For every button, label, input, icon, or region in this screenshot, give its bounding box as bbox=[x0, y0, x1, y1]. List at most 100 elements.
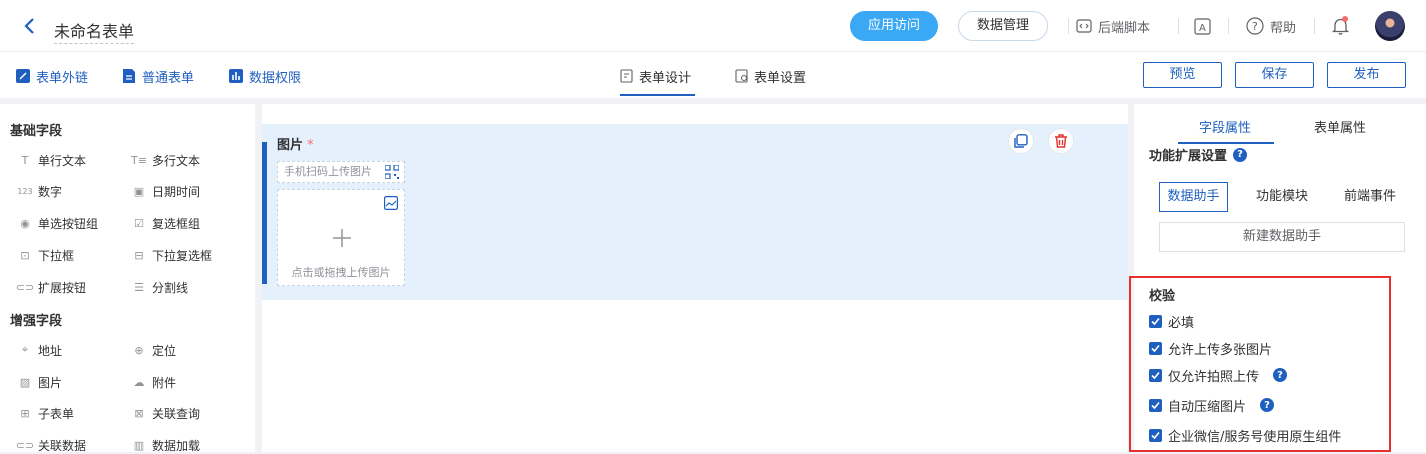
dropdown-icon: ⊡ bbox=[20, 248, 30, 262]
enhanced-fields-title: 增强字段 bbox=[10, 314, 63, 329]
delete-button[interactable] bbox=[1048, 128, 1074, 154]
tab-form-settings-label: 表单设置 bbox=[754, 70, 807, 86]
edit-doc-icon bbox=[620, 69, 633, 83]
field-related-data[interactable]: ⊂⊃ 关联数据 bbox=[15, 436, 86, 454]
field-radio-group[interactable]: ◉ 单选按钮组 bbox=[18, 214, 98, 232]
checkbox-checked-icon[interactable] bbox=[1149, 428, 1162, 442]
data-permission-button[interactable]: 数据权限 bbox=[229, 66, 301, 86]
dropdown-multi-icon: ⊟ bbox=[134, 248, 144, 262]
divider bbox=[1178, 18, 1179, 34]
divider-icon: ☰ bbox=[134, 280, 144, 294]
bar-chart-icon: ▥ bbox=[133, 438, 145, 452]
extension-settings-label: 功能扩展设置 bbox=[1149, 149, 1228, 164]
radio-icon: ◉ bbox=[20, 216, 30, 230]
help-icon[interactable]: ? bbox=[1260, 398, 1275, 412]
link-data-icon: ⊂⊃ bbox=[15, 438, 35, 452]
scan-upload-label: 手机扫码上传图片 bbox=[284, 165, 372, 178]
field-checkbox-group[interactable]: ☑ 复选框组 bbox=[132, 214, 200, 232]
tab-form-properties[interactable]: 表单属性 bbox=[1314, 117, 1366, 136]
app-visit-button[interactable]: 应用访问 bbox=[850, 11, 938, 41]
field-attachment[interactable]: ☁ 附件 bbox=[132, 373, 177, 391]
field-single-line-text[interactable]: T 单行文本 bbox=[18, 151, 86, 169]
help-icon[interactable]: ? bbox=[1233, 147, 1248, 162]
image-upload-area[interactable]: 点击或拖拽上传图片 bbox=[277, 189, 405, 286]
checkbox-checked-icon[interactable] bbox=[1149, 398, 1162, 412]
field-data-load[interactable]: ▥ 数据加载 bbox=[132, 436, 200, 454]
tab-form-design[interactable]: 表单设计 bbox=[620, 66, 691, 86]
backend-script-button[interactable]: 后端脚本 bbox=[1076, 16, 1150, 36]
top-header: 未命名表单 应用访问 数据管理 后端脚本 A ? 帮助 bbox=[0, 0, 1426, 52]
check-camera-only[interactable]: 仅允许拍照上传 ? bbox=[1149, 366, 1288, 385]
notification-dot bbox=[1342, 16, 1348, 22]
field-label: 下拉框 bbox=[38, 248, 75, 263]
field-datetime[interactable]: ▣ 日期时间 bbox=[132, 182, 200, 200]
field-label: 数字 bbox=[38, 184, 63, 199]
basic-fields-title: 基础字段 bbox=[10, 124, 63, 139]
trash-icon bbox=[1055, 134, 1067, 148]
svg-text:?: ? bbox=[1252, 20, 1258, 33]
field-dropdown-multi[interactable]: ⊟ 下拉复选框 bbox=[132, 246, 212, 264]
scan-upload-input[interactable]: 手机扫码上传图片 bbox=[277, 161, 405, 183]
back-arrow-icon[interactable] bbox=[20, 16, 40, 36]
check-multiple-images[interactable]: 允许上传多张图片 bbox=[1149, 339, 1273, 358]
backend-script-label: 后端脚本 bbox=[1098, 20, 1151, 36]
data-helper-option[interactable]: 数据助手 bbox=[1159, 182, 1228, 212]
translate-icon[interactable]: A bbox=[1194, 18, 1211, 35]
field-extend-button[interactable]: ⊂⊃ 扩展按钮 bbox=[16, 278, 87, 296]
preview-button[interactable]: 预览 bbox=[1143, 62, 1222, 88]
checkbox-checked-icon[interactable] bbox=[1149, 368, 1162, 382]
field-label: 日期时间 bbox=[152, 184, 201, 199]
divider bbox=[1228, 18, 1229, 34]
check-native-component[interactable]: 企业微信/服务号使用原生组件 bbox=[1149, 426, 1341, 445]
field-dropdown[interactable]: ⊡ 下拉框 bbox=[18, 246, 74, 264]
field-label: 扩展按钮 bbox=[38, 280, 87, 295]
checkbox-checked-icon[interactable] bbox=[1149, 314, 1162, 328]
form-title[interactable]: 未命名表单 bbox=[54, 18, 135, 44]
field-label: 单行文本 bbox=[38, 153, 87, 168]
field-divider[interactable]: ☰ 分割线 bbox=[132, 278, 188, 296]
new-data-helper-button[interactable]: 新建数据助手 bbox=[1159, 222, 1405, 252]
divider bbox=[1068, 18, 1069, 34]
field-location[interactable]: ⊕ 定位 bbox=[132, 341, 176, 359]
form-link-label: 表单外链 bbox=[36, 70, 89, 86]
tab-field-properties[interactable]: 字段属性 bbox=[1199, 117, 1251, 136]
form-link-button[interactable]: 表单外链 bbox=[16, 66, 88, 86]
avatar[interactable] bbox=[1375, 11, 1405, 41]
upload-hint: 点击或拖拽上传图片 bbox=[291, 266, 391, 279]
data-manage-button[interactable]: 数据管理 bbox=[958, 11, 1048, 41]
tab-form-design-label: 表单设计 bbox=[639, 70, 692, 86]
image-field-label: 图片 * bbox=[277, 138, 314, 153]
image-icon bbox=[384, 196, 398, 210]
normal-form-button[interactable]: 普通表单 bbox=[122, 66, 194, 86]
validation-title: 校验 bbox=[1149, 289, 1176, 304]
field-address[interactable]: ⌖ 地址 bbox=[18, 341, 62, 359]
check-label: 自动压缩图片 bbox=[1168, 399, 1247, 415]
check-label: 允许上传多张图片 bbox=[1168, 342, 1273, 358]
selected-indicator bbox=[262, 142, 267, 284]
field-subform[interactable]: ⊞ 子表单 bbox=[18, 404, 74, 422]
active-tab-indicator bbox=[1178, 142, 1274, 144]
text-icon: T bbox=[21, 153, 29, 167]
field-related-query[interactable]: ⊠ 关联查询 bbox=[132, 404, 200, 422]
svg-text:A: A bbox=[1199, 23, 1206, 34]
function-module-option[interactable]: 功能模块 bbox=[1248, 182, 1316, 212]
check-compress-image[interactable]: 自动压缩图片 ? bbox=[1149, 396, 1275, 415]
field-number[interactable]: 123 数字 bbox=[17, 182, 63, 200]
check-required[interactable]: 必填 bbox=[1149, 312, 1194, 331]
settings-doc-icon bbox=[735, 69, 748, 83]
publish-button[interactable]: 发布 bbox=[1327, 62, 1406, 88]
link-icon bbox=[16, 69, 30, 83]
help-button[interactable]: ? 帮助 bbox=[1246, 16, 1296, 36]
field-multi-line-text[interactable]: T≡ 多行文本 bbox=[131, 151, 200, 169]
field-image[interactable]: ▨ 图片 bbox=[18, 373, 62, 391]
qrcode-icon[interactable] bbox=[385, 165, 399, 179]
field-label: 图片 bbox=[38, 375, 63, 390]
active-tab-indicator bbox=[620, 94, 695, 96]
frontend-event-option[interactable]: 前端事件 bbox=[1336, 182, 1404, 212]
checkbox-checked-icon[interactable] bbox=[1149, 341, 1162, 355]
question-circle-icon: ? bbox=[1246, 17, 1264, 35]
help-icon[interactable]: ? bbox=[1273, 368, 1288, 382]
save-button[interactable]: 保存 bbox=[1235, 62, 1314, 88]
copy-button[interactable] bbox=[1008, 128, 1034, 154]
tab-form-settings[interactable]: 表单设置 bbox=[735, 66, 806, 86]
